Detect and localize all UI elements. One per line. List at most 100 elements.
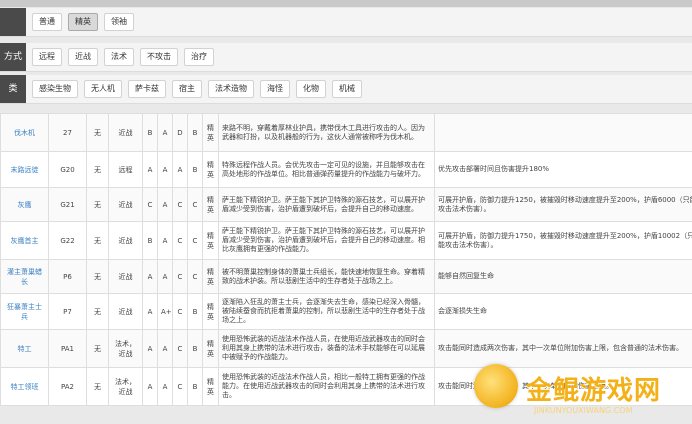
unit-ability-note <box>434 113 692 152</box>
unit-description: 使用恐怖武装的近战法术作战人员，相比一般特工拥有更强的作战能力。在使用近战武器攻… <box>218 367 435 406</box>
stat-cell: A <box>142 293 158 330</box>
stat-cell: D <box>172 113 188 152</box>
stat-cell: A <box>157 329 173 368</box>
stat-cell: B <box>187 329 203 368</box>
filter-chip[interactable]: 宿主 <box>172 80 202 98</box>
filter-chip[interactable]: 法术 <box>104 48 134 66</box>
unit-description: 萨王能下精锐护卫。萨王能下其护卫特殊的源石技艺，可以展开护盾减少受到伤害，治护盾… <box>218 221 435 260</box>
stat-cell: C <box>187 221 203 260</box>
filter-chip[interactable]: 治疗 <box>184 48 214 66</box>
unit-description: 被不明萧巢控制身体的萧巢士兵组长，能快速地恢复生命。穿着精致的战术护装。所以悲剧… <box>218 259 435 294</box>
filter-chip[interactable]: 远程 <box>32 48 62 66</box>
stat-cell: A <box>142 329 158 368</box>
filter-chip[interactable]: 普通 <box>32 13 62 31</box>
stat-cell: A+ <box>157 293 173 330</box>
unit-description: 使用恐怖武装的近战法术作战人员，在使用近战武器攻击的同时会利用其身上携带的法术进… <box>218 329 435 368</box>
table-row: 灰鹰 G21 无近战 C A C C 精英 萨王能下精锐护卫。萨王能下其护卫特殊的源石技艺，可以… <box>0 187 692 222</box>
unit-code: 27 <box>48 113 87 152</box>
unit-description: 来路不明，穿戴着厚林业护具，携带伐木工具进行攻击的人。因为武器和打扮，以及机器般… <box>218 113 435 152</box>
stat-cell: C <box>142 187 158 222</box>
filter-chip[interactable]: 化物 <box>296 80 326 98</box>
unit-level: 精英 <box>202 329 219 368</box>
stat-cell: C <box>172 221 188 260</box>
unit-def: 无 <box>86 259 109 294</box>
stat-cell: A <box>157 187 173 222</box>
stat-cell: B <box>142 113 158 152</box>
filter-label-attack: 方式 <box>0 43 26 71</box>
filter-chip[interactable]: 法术造物 <box>208 80 254 98</box>
unit-ability-note: 会逐渐损失生命 <box>434 293 692 330</box>
unit-def: 无 <box>86 151 109 188</box>
unit-def: 无 <box>86 329 109 368</box>
unit-def: 无 <box>86 187 109 222</box>
unit-name-link[interactable]: 特工 <box>0 329 49 368</box>
table-row: 灰鹰首主 G22 无近战 B A C C 精英 萨王能下精锐护卫。萨王能下其护卫特殊的源石技艺，… <box>0 221 692 260</box>
unit-attack-type: 近战 <box>108 293 143 330</box>
filter-chip[interactable]: 不攻击 <box>140 48 178 66</box>
unit-code: PA2 <box>48 367 87 406</box>
stat-cell: C <box>172 293 188 330</box>
filter-label-level <box>0 8 26 36</box>
stat-cell: A <box>157 151 173 188</box>
unit-code: G20 <box>48 151 87 188</box>
unit-description: 萨王能下精锐护卫。萨王能下其护卫特殊的源石技艺，可以展开护盾减少受到伤害，治护盾… <box>218 187 435 222</box>
unit-level: 精英 <box>202 259 219 294</box>
watermark: 金鲲游戏网 JINKUNYOUXIWANG.COM <box>466 360 692 424</box>
unit-attack-type: 近战 <box>108 259 143 294</box>
stat-cell: C <box>172 259 188 294</box>
filter-chip[interactable]: 感染生物 <box>32 80 78 98</box>
unit-description: 逐渐陷入狂乱的萧主士兵，会逐渐失去生命，感染已经深入骨髓，被陆续蚕食而抗拒着萧巢… <box>218 293 435 330</box>
filter-chip[interactable]: 机械 <box>332 80 362 98</box>
filter-row-type: 类 感染生物 无人机 萨卡兹 宿主 法术造物 海怪 化物 机械 <box>0 75 692 104</box>
filter-chip[interactable]: 萨卡兹 <box>128 80 166 98</box>
stat-cell: C <box>187 187 203 222</box>
unit-level: 精英 <box>202 187 219 222</box>
watermark-text: 金鲲游戏网 <box>526 376 662 406</box>
table-row: 伐木机 27 无近战 B A D B 精英 来路不明，穿戴着厚林业护具，携带伐木工具进行攻击的人… <box>0 113 692 152</box>
stat-cell: A <box>172 151 188 188</box>
stat-cell: C <box>172 329 188 368</box>
filter-row-attack: 方式 远程 近战 法术 不攻击 治疗 <box>0 43 692 72</box>
stat-cell: B <box>142 221 158 260</box>
unit-code: PA1 <box>48 329 87 368</box>
stat-cell: B <box>187 367 203 406</box>
watermark-logo-icon <box>474 364 518 408</box>
unit-name-link[interactable]: 末路远徒 <box>0 151 49 188</box>
unit-name-link[interactable]: 灌主萧巢蜡长 <box>0 259 49 294</box>
unit-ability-note: 能够自然回复生命 <box>434 259 692 294</box>
table-row: 末路远徒 G20 无远程 A A A B 精英 特殊远程作战人员。会优先攻击一定可见的设施，并且… <box>0 151 692 188</box>
unit-description: 特殊远程作战人员。会优先攻击一定可见的设施，并且能够攻击在高处地形的作战单位。相… <box>218 151 435 188</box>
filter-chip[interactable]: 近战 <box>68 48 98 66</box>
level-chips: 普通 精英 领袖 <box>32 13 134 31</box>
filter-label-type: 类 <box>0 75 26 103</box>
unit-name-link[interactable]: 特工领班 <box>0 367 49 406</box>
type-chips: 感染生物 无人机 萨卡兹 宿主 法术造物 海怪 化物 机械 <box>32 80 362 98</box>
unit-def: 无 <box>86 113 109 152</box>
unit-level: 精英 <box>202 221 219 260</box>
unit-def: 无 <box>86 221 109 260</box>
unit-code: P7 <box>48 293 87 330</box>
stat-cell: A <box>142 367 158 406</box>
unit-attack-type: 近战 <box>108 113 143 152</box>
unit-attack-type: 远程 <box>108 151 143 188</box>
unit-level: 精英 <box>202 367 219 406</box>
unit-code: P6 <box>48 259 87 294</box>
stat-cell: C <box>172 187 188 222</box>
filter-chip[interactable]: 无人机 <box>84 80 122 98</box>
unit-name-link[interactable]: 灰鹰 <box>0 187 49 222</box>
table-row: 灌主萧巢蜡长 P6 无近战 A A C C 精英 被不明萧巢控制身体的萧巢士兵组长，能快速地恢复… <box>0 259 692 294</box>
filter-chip[interactable]: 精英 <box>68 13 98 31</box>
filter-row-level: 普通 精英 领袖 <box>0 8 692 37</box>
unit-ability-note: 优先攻击部署时间且伤害提升180% <box>434 151 692 188</box>
unit-name-link[interactable]: 伐木机 <box>0 113 49 152</box>
unit-level: 精英 <box>202 293 219 330</box>
filter-chip[interactable]: 领袖 <box>104 13 134 31</box>
unit-level: 精英 <box>202 113 219 152</box>
unit-name-link[interactable]: 灰鹰首主 <box>0 221 49 260</box>
filter-chip[interactable]: 海怪 <box>260 80 290 98</box>
stat-cell: A <box>157 367 173 406</box>
stat-cell: B <box>187 113 203 152</box>
watermark-url: JINKUNYOUXIWANG.COM <box>534 406 633 415</box>
unit-name-link[interactable]: 狂暴萧主士兵 <box>0 293 49 330</box>
stat-cell: B <box>187 293 203 330</box>
